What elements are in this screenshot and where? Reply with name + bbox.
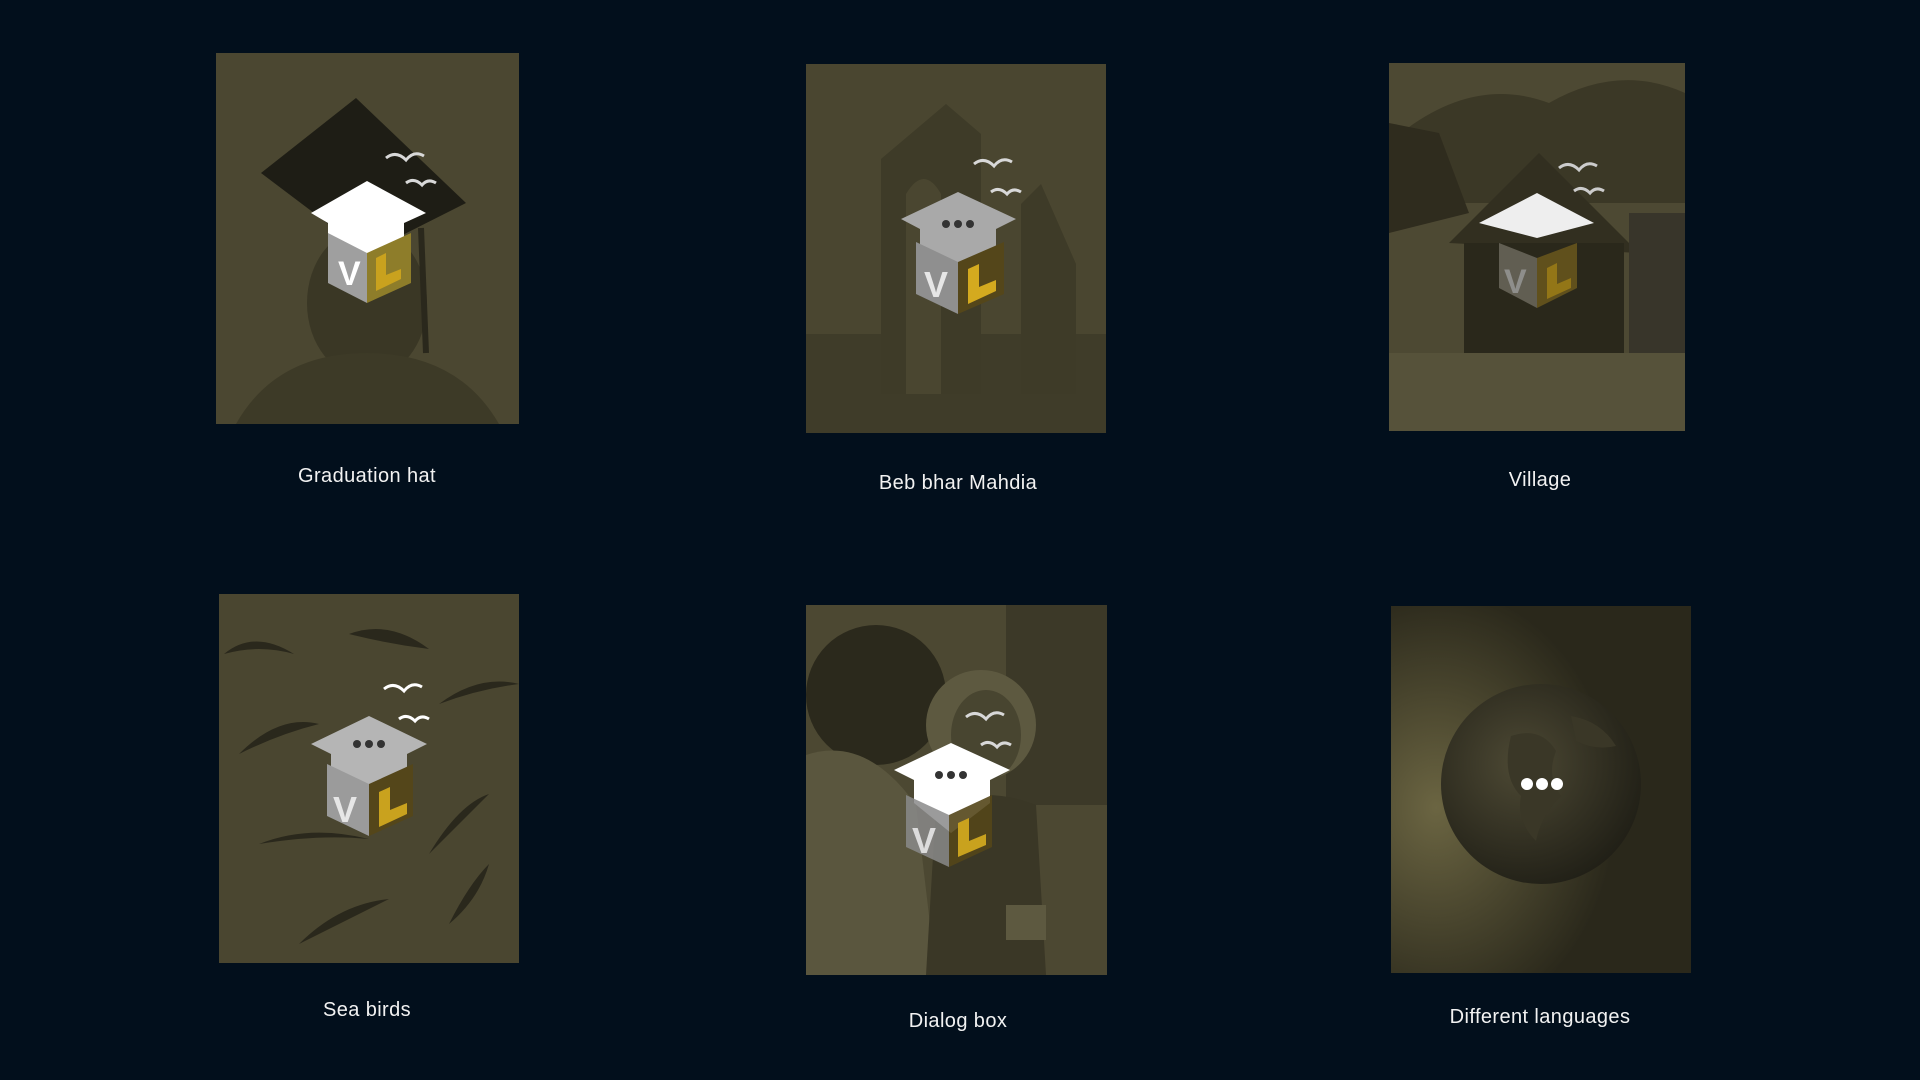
- vl-logo-icon: V: [901, 158, 1022, 314]
- card-caption: Graduation hat: [298, 465, 436, 487]
- svg-text:V: V: [912, 820, 936, 861]
- card-caption: Dialog box: [908, 1010, 1008, 1032]
- graduation-hat-image[interactable]: V: [216, 53, 519, 424]
- vl-logo-icon: V: [311, 683, 430, 836]
- card-caption: Village: [1508, 469, 1572, 491]
- dialog-box-image[interactable]: V: [806, 605, 1107, 975]
- sea-birds-image[interactable]: V: [219, 594, 519, 963]
- beb-bhar-mahdia-image[interactable]: V: [806, 64, 1106, 433]
- svg-text:V: V: [333, 789, 357, 830]
- svg-text:V: V: [338, 255, 361, 293]
- vl-logo-icon: V: [311, 152, 437, 303]
- card-caption: Different languages: [1449, 1006, 1631, 1028]
- different-languages-image[interactable]: [1391, 606, 1691, 973]
- svg-text:V: V: [924, 264, 948, 305]
- dots-icon: [1521, 778, 1563, 790]
- svg-text:V: V: [1504, 263, 1527, 301]
- card-caption: Sea birds: [322, 999, 412, 1021]
- vl-logo-icon: V: [1479, 162, 1605, 308]
- village-image[interactable]: V: [1389, 63, 1685, 431]
- vl-logo-icon: V: [894, 711, 1012, 867]
- card-caption: Beb bhar Mahdia: [878, 472, 1038, 494]
